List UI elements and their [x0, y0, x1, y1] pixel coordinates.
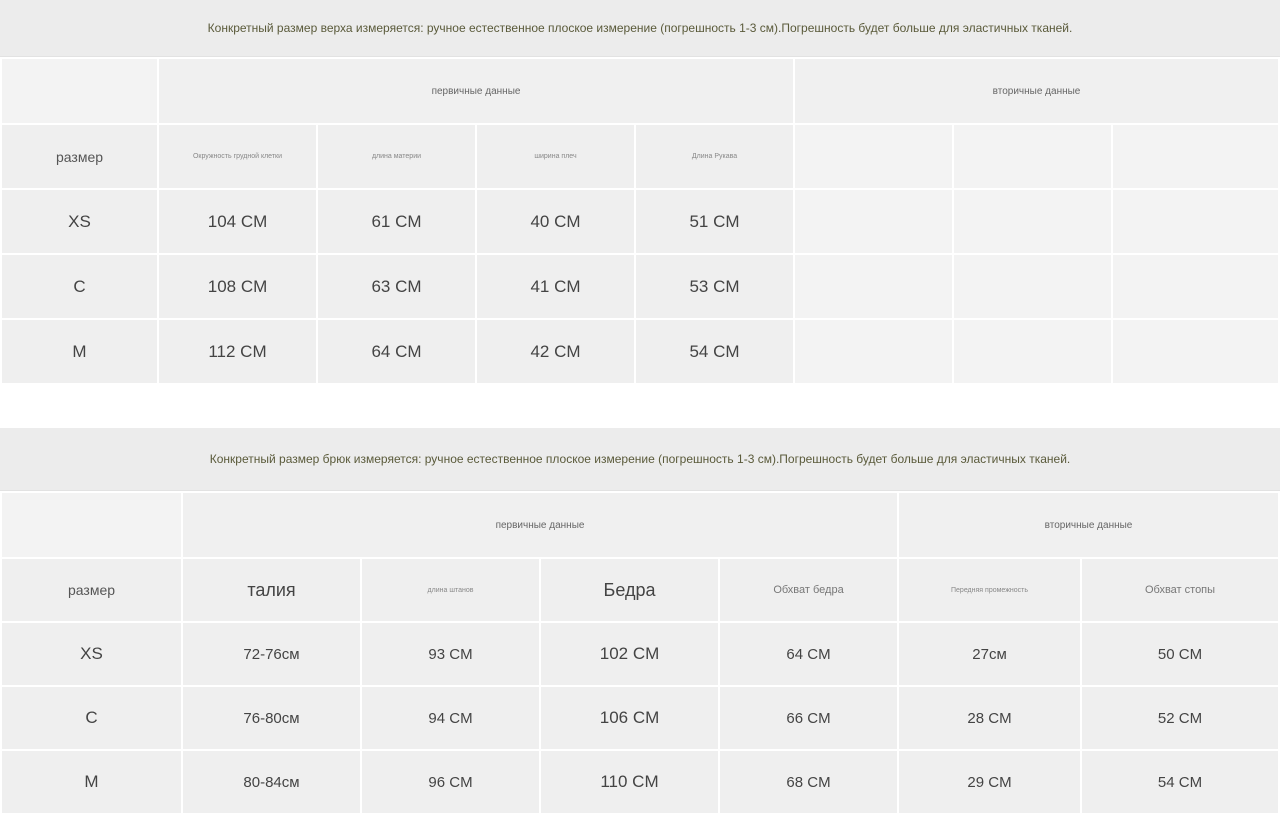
- value-cell: 64 CM: [720, 623, 898, 685]
- value-cell: 42 CM: [477, 320, 634, 383]
- value-cell: 53 CM: [636, 255, 794, 318]
- top-header-empty: [954, 125, 1112, 188]
- value-cell: 106 CM: [541, 687, 718, 749]
- value-cell: 72-76см: [183, 623, 360, 685]
- bottom-size-chart: Конкретный размер брюк измеряется: ручно…: [0, 428, 1280, 815]
- value-cell: 76-80см: [183, 687, 360, 749]
- bottom-primary-header: первичные данные: [183, 493, 898, 557]
- value-cell: 96 CM: [362, 751, 539, 813]
- bottom-size-column-header: размер: [2, 559, 181, 621]
- empty-cell: [795, 255, 953, 318]
- value-cell: 108 CM: [159, 255, 316, 318]
- size-cell: C: [2, 687, 181, 749]
- table-row: XS 72-76см 93 CM 102 CM 64 CM 27см 50 CM: [2, 623, 1278, 685]
- value-cell: 61 CM: [318, 190, 475, 253]
- size-cell: XS: [2, 190, 157, 253]
- value-cell: 51 CM: [636, 190, 794, 253]
- top-size-chart: Конкретный размер верха измеряется: ручн…: [0, 0, 1280, 385]
- value-cell: 50 CM: [1082, 623, 1278, 685]
- bottom-header-front-rise: Передняя промежность: [899, 559, 1081, 621]
- bottom-header-hips: Бедра: [541, 559, 718, 621]
- value-cell: 80-84см: [183, 751, 360, 813]
- value-cell: 54 CM: [1082, 751, 1278, 813]
- value-cell: 52 CM: [1082, 687, 1278, 749]
- size-cell: M: [2, 751, 181, 813]
- table-row: XS 104 CM 61 CM 40 CM 51 CM: [2, 190, 1278, 253]
- top-header-empty: [795, 125, 953, 188]
- top-secondary-header: вторичные данные: [795, 59, 1278, 123]
- top-size-table: первичные данные вторичные данные размер…: [0, 57, 1280, 385]
- size-cell: XS: [2, 623, 181, 685]
- value-cell: 29 CM: [899, 751, 1081, 813]
- empty-cell: [795, 320, 953, 383]
- size-cell: C: [2, 255, 157, 318]
- empty-cell: [954, 320, 1112, 383]
- value-cell: 94 CM: [362, 687, 539, 749]
- value-cell: 93 CM: [362, 623, 539, 685]
- bottom-header-pants-length: длина штанов: [362, 559, 539, 621]
- value-cell: 54 CM: [636, 320, 794, 383]
- value-cell: 68 CM: [720, 751, 898, 813]
- bottom-header-leg-opening: Обхват стопы: [1082, 559, 1278, 621]
- value-cell: 63 CM: [318, 255, 475, 318]
- value-cell: 64 CM: [318, 320, 475, 383]
- bottom-corner-cell: [2, 493, 181, 557]
- empty-cell: [795, 190, 953, 253]
- size-cell: M: [2, 320, 157, 383]
- empty-cell: [954, 255, 1112, 318]
- bottom-measurement-note: Конкретный размер брюк измеряется: ручно…: [0, 428, 1280, 491]
- value-cell: 41 CM: [477, 255, 634, 318]
- value-cell: 110 CM: [541, 751, 718, 813]
- top-size-column-header: размер: [2, 125, 157, 188]
- table-row: M 112 CM 64 CM 42 CM 54 CM: [2, 320, 1278, 383]
- empty-cell: [1113, 320, 1278, 383]
- top-header-chest: Окружность грудной клетки: [159, 125, 316, 188]
- value-cell: 104 CM: [159, 190, 316, 253]
- empty-cell: [954, 190, 1112, 253]
- top-header-shoulder: ширина плеч: [477, 125, 634, 188]
- bottom-size-table: первичные данные вторичные данные размер…: [0, 491, 1280, 815]
- empty-cell: [1113, 190, 1278, 253]
- table-row: C 76-80см 94 CM 106 CM 66 CM 28 CM 52 CM: [2, 687, 1278, 749]
- top-corner-cell: [2, 59, 157, 123]
- top-header-sleeve: Длина Рукава: [636, 125, 794, 188]
- value-cell: 66 CM: [720, 687, 898, 749]
- bottom-header-thigh: Обхват бедра: [720, 559, 898, 621]
- empty-cell: [1113, 255, 1278, 318]
- top-header-empty: [1113, 125, 1278, 188]
- bottom-secondary-header: вторичные данные: [899, 493, 1278, 557]
- value-cell: 102 CM: [541, 623, 718, 685]
- table-row: M 80-84см 96 CM 110 CM 68 CM 29 CM 54 CM: [2, 751, 1278, 813]
- value-cell: 40 CM: [477, 190, 634, 253]
- top-measurement-note: Конкретный размер верха измеряется: ручн…: [0, 0, 1280, 57]
- value-cell: 28 CM: [899, 687, 1081, 749]
- value-cell: 27см: [899, 623, 1081, 685]
- bottom-header-waist: талия: [183, 559, 360, 621]
- table-row: C 108 CM 63 CM 41 CM 53 CM: [2, 255, 1278, 318]
- value-cell: 112 CM: [159, 320, 316, 383]
- top-header-length: длина материи: [318, 125, 475, 188]
- top-primary-header: первичные данные: [159, 59, 794, 123]
